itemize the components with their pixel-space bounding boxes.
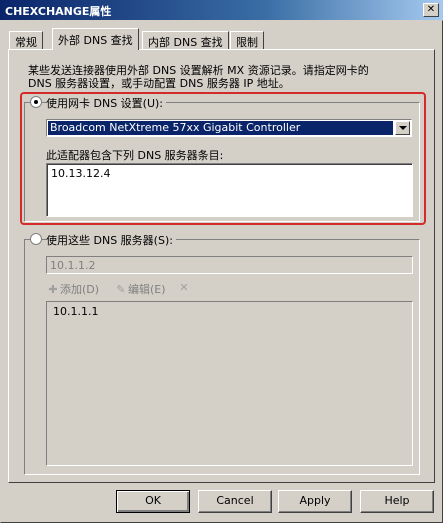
edit-label: 编辑(E)	[128, 283, 166, 296]
close-icon: ✕	[426, 4, 436, 15]
tab-general[interactable]: 常规	[9, 31, 43, 49]
description-line: 某些发送连接器使用外部 DNS 设置解析 MX 资源记录。请指定网卡的	[28, 64, 369, 77]
adapter-selected-value: Broadcom NetXtreme 57xx Gigabit Controll…	[48, 121, 393, 135]
tab-external-dns[interactable]: 外部 DNS 查找	[52, 28, 139, 50]
list-item[interactable]: 10.1.1.1	[53, 305, 412, 318]
ok-button[interactable]: OK	[116, 490, 190, 513]
tab-internal-dns[interactable]: 内部 DNS 查找	[142, 31, 229, 49]
apply-button[interactable]: Apply	[278, 490, 352, 513]
cancel-button[interactable]: Cancel	[198, 490, 272, 513]
edit-button[interactable]: ✎ 编辑(E)	[114, 281, 166, 297]
tab-label: 限制	[236, 36, 258, 49]
adapter-dns-list[interactable]: 10.13.12.4	[46, 163, 413, 217]
list-item[interactable]: 10.13.12.4	[51, 167, 412, 180]
remove-button[interactable]: ✕	[177, 281, 191, 294]
chevron-down-icon[interactable]	[395, 121, 410, 135]
tab-label: 外部 DNS 查找	[58, 34, 133, 47]
dns-server-input[interactable]: 10.1.1.2	[46, 256, 413, 274]
add-icon: ✚	[48, 283, 58, 296]
adapter-dropdown[interactable]: Broadcom NetXtreme 57xx Gigabit Controll…	[46, 119, 412, 137]
manual-dns-label: 使用这些 DNS 服务器(S):	[46, 232, 176, 248]
dns-server-input-value: 10.1.1.2	[50, 259, 96, 272]
help-button[interactable]: Help	[360, 490, 434, 513]
pencil-icon: ✎	[116, 283, 126, 296]
window-title: CHEXCHANGE属性	[5, 5, 112, 18]
close-button[interactable]: ✕	[423, 3, 439, 17]
description-line: DNS 服务器设置，或手动配置 DNS 服务器 IP 地址。	[28, 77, 290, 90]
manual-dns-radio[interactable]	[30, 233, 42, 245]
remove-icon: ✕	[179, 281, 189, 294]
add-button[interactable]: ✚ 添加(D)	[46, 281, 99, 297]
title-bar: CHEXCHANGE属性 ✕	[0, 0, 443, 20]
tab-label: 常规	[15, 36, 37, 49]
description: 某些发送连接器使用外部 DNS 设置解析 MX 资源记录。请指定网卡的 DNS …	[28, 64, 408, 90]
tab-limits[interactable]: 限制	[230, 31, 264, 49]
tab-label: 内部 DNS 查找	[148, 36, 223, 49]
dns-server-list[interactable]: 10.1.1.1	[46, 301, 413, 466]
add-label: 添加(D)	[60, 283, 100, 296]
